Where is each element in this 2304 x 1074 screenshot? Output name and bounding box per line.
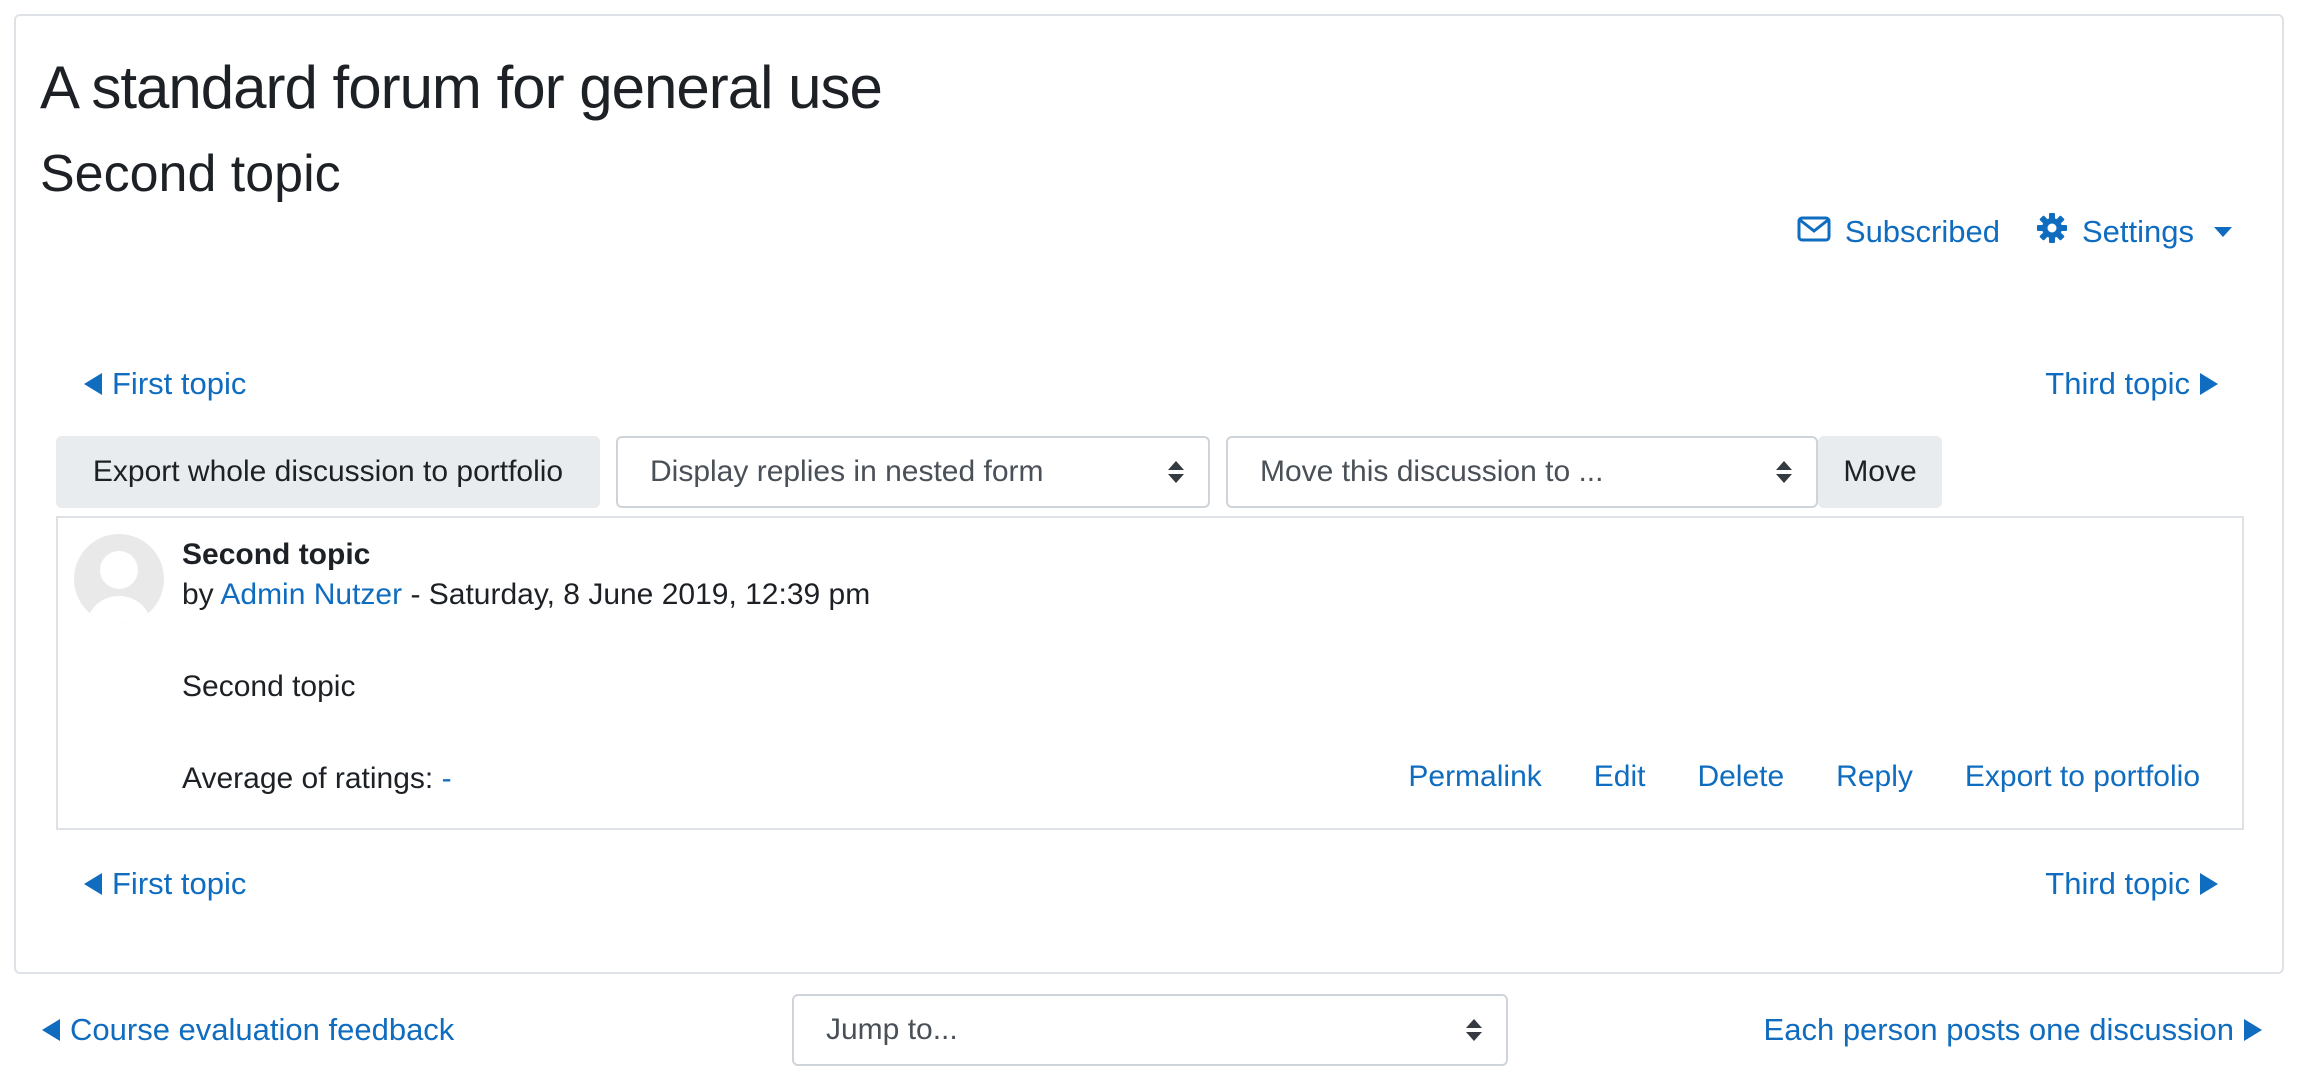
avatar[interactable]	[74, 534, 164, 624]
move-button[interactable]: Move	[1818, 436, 1942, 508]
prev-discussion-link-top[interactable]: First topic	[84, 366, 246, 402]
caret-down-icon	[2214, 227, 2232, 237]
subscribed-label: Subscribed	[1844, 214, 2000, 249]
author-link[interactable]: Admin Nutzer	[220, 578, 402, 611]
subscribed-toggle[interactable]: Subscribed	[1797, 214, 2000, 250]
export-discussion-button[interactable]: Export whole discussion to portfolio	[56, 436, 600, 508]
next-activity-link[interactable]: Each person posts one discussion	[1764, 1012, 2262, 1048]
triangle-left-icon	[84, 373, 102, 395]
select-arrows-icon	[1776, 461, 1792, 483]
triangle-left-icon	[84, 873, 102, 895]
envelope-icon	[1797, 214, 1831, 250]
post-rating: Average of ratings: -	[182, 762, 452, 796]
display-mode-select[interactable]: Display replies in nested form	[616, 436, 1210, 508]
select-arrows-icon	[1168, 461, 1184, 483]
triangle-left-icon	[42, 1019, 60, 1041]
reply-link[interactable]: Reply	[1836, 760, 1913, 794]
next-discussion-link-bottom[interactable]: Third topic	[2045, 866, 2218, 902]
post-meta: by Admin Nutzer - Saturday, 8 June 2019,…	[182, 578, 870, 612]
prev-discussion-link-bottom[interactable]: First topic	[84, 866, 246, 902]
prev-activity-link[interactable]: Course evaluation feedback	[42, 1012, 454, 1048]
page-title: A standard forum for general use	[40, 54, 883, 121]
rating-label: Average of ratings:	[182, 762, 434, 795]
post-body: Second topic	[182, 670, 356, 703]
rating-value-link[interactable]: -	[442, 762, 452, 795]
settings-menu[interactable]: Settings	[2036, 212, 2232, 252]
triangle-right-icon	[2200, 373, 2218, 395]
edit-link[interactable]: Edit	[1594, 760, 1646, 794]
select-arrows-icon	[1466, 1019, 1482, 1041]
jump-to-select[interactable]: Jump to...	[792, 994, 1508, 1066]
discussion-title: Second topic	[40, 145, 341, 203]
post-commands: Permalink Edit Delete Reply Export to po…	[1408, 760, 2200, 794]
settings-label: Settings	[2081, 214, 2194, 249]
date-separator: -	[402, 578, 429, 611]
by-prefix: by	[182, 578, 214, 611]
gear-icon	[2036, 212, 2068, 252]
triangle-right-icon	[2200, 873, 2218, 895]
export-to-portfolio-link[interactable]: Export to portfolio	[1965, 760, 2200, 794]
post-subject: Second topic	[182, 538, 371, 571]
next-discussion-link-top[interactable]: Third topic	[2045, 366, 2218, 402]
post-date: Saturday, 8 June 2019, 12:39 pm	[428, 578, 871, 611]
triangle-right-icon	[2244, 1019, 2262, 1041]
delete-link[interactable]: Delete	[1697, 760, 1784, 794]
top-actions: Subscribed Settings	[1797, 212, 2232, 252]
move-discussion-select[interactable]: Move this discussion to ...	[1226, 436, 1818, 508]
forum-post: Second topic by Admin Nutzer - Saturday,…	[56, 516, 2244, 830]
permalink-link[interactable]: Permalink	[1408, 760, 1541, 794]
